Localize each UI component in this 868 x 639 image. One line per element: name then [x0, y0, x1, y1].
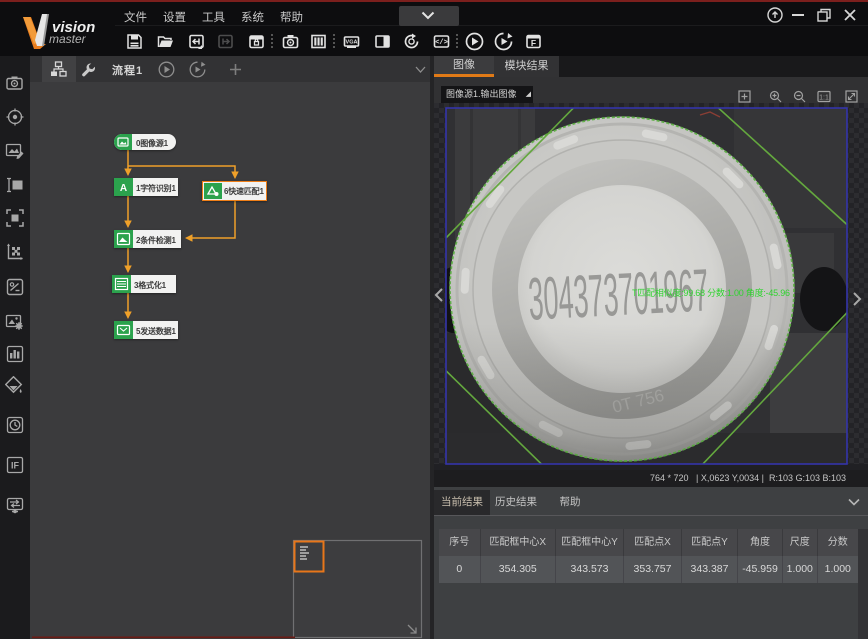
svg-text:F: F: [531, 38, 536, 48]
svg-text:IF: IF: [11, 461, 20, 471]
svg-text:T匹配相似度:99.68 分数:1.00 角度:-45.96: T匹配相似度:99.68 分数:1.00 角度:-45.96: [632, 287, 790, 298]
svg-text:master: master: [49, 32, 87, 46]
svg-text:</>: </>: [435, 39, 448, 47]
svg-text:VGA: VGA: [346, 40, 358, 46]
svg-text:1:1: 1:1: [819, 95, 829, 102]
svg-text:A: A: [120, 183, 127, 194]
